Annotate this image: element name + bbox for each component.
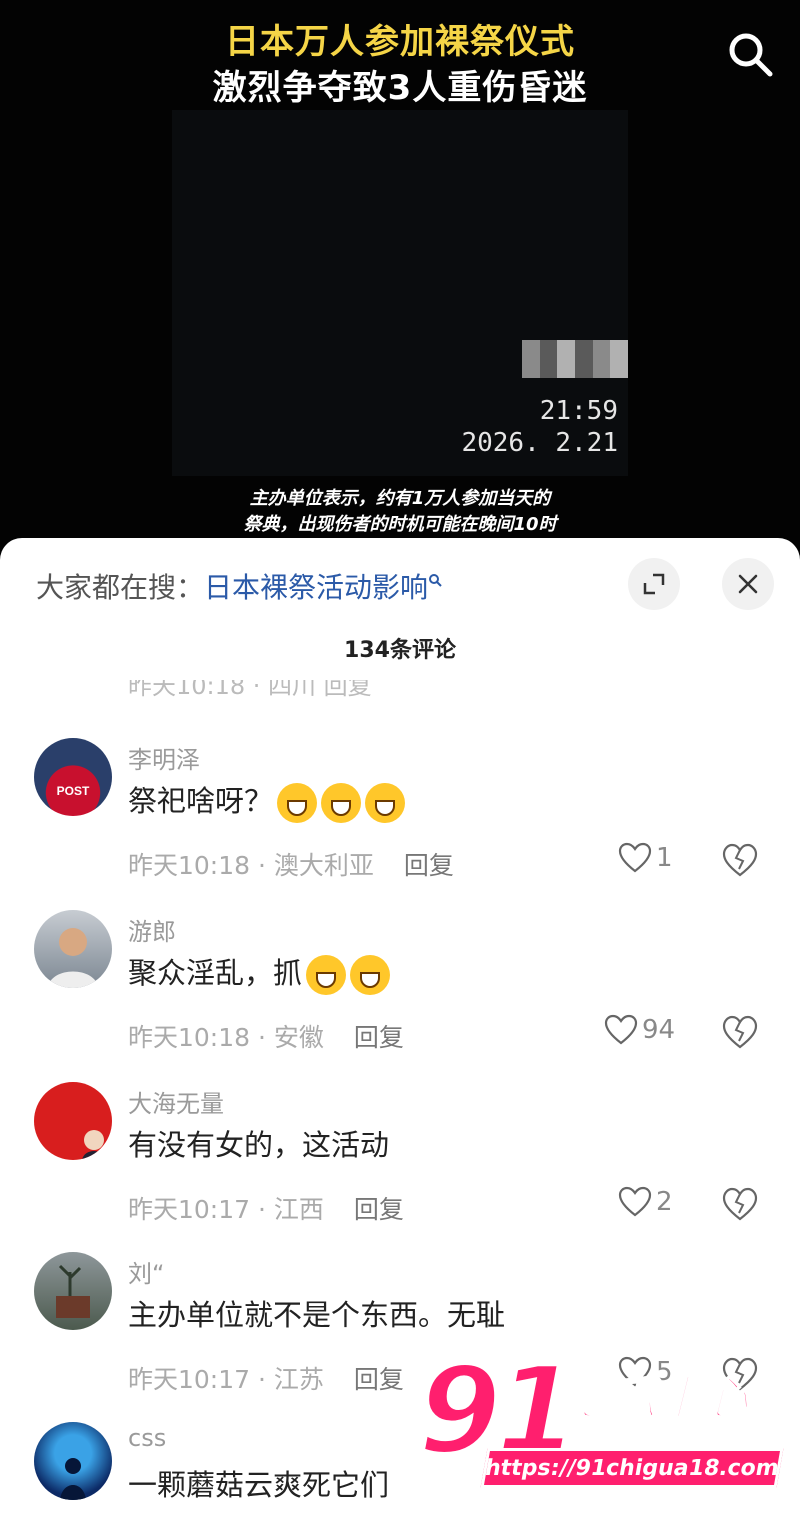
comment-text: 聚众淫乱，抓 (128, 950, 391, 995)
heart-icon (618, 842, 652, 873)
search-suggestion[interactable]: 大家都在搜：日本裸祭活动影响 (36, 566, 442, 606)
grin-emoji (350, 955, 391, 995)
comment-text-content: 聚众淫乱，抓 (128, 956, 303, 990)
comment-text: 祭祀啥呀？ (128, 778, 406, 823)
like-count: 1 (656, 843, 673, 873)
comment-username[interactable]: 游郎 (128, 912, 176, 947)
partial-comment-meta: 昨天10:18 · 四川 回复 (128, 680, 372, 700)
comment-location: 江苏 (273, 1365, 324, 1394)
comment-text-content: 有没有女的，这活动 (128, 1128, 390, 1162)
comment-username[interactable]: 李明泽 (128, 740, 200, 775)
small-search-icon (429, 573, 442, 587)
search-button[interactable] (726, 30, 774, 78)
comment-item: POST 李明泽 祭祀啥呀？ 昨天10:18 · 澳大利亚 回复 1 (0, 738, 800, 908)
avatar[interactable] (34, 1422, 112, 1500)
video-subtitle-line1: 主办单位表示，约有1万人参加当天的 (249, 488, 551, 509)
close-icon (738, 574, 758, 594)
reply-button[interactable]: 回复 (354, 1023, 404, 1052)
heart-icon (604, 1014, 638, 1045)
comment-meta: 昨天10:18 · 安徽 回复 (128, 1023, 404, 1052)
watermark-name: 吃瓜中心 (563, 1370, 749, 1426)
video-player[interactable]: 日本万人参加裸祭仪式 激烈争夺致3人重伤昏迷 21:59 2026. 2.21 … (0, 0, 800, 560)
avatar[interactable] (34, 910, 112, 988)
comment-text-content: 一颗蘑菇云爽死它们 (128, 1468, 390, 1502)
comment-time: 昨天10:17 (128, 1195, 251, 1224)
video-timestamp-time: 21:59 (539, 396, 618, 426)
comment-text: 有没有女的，这活动 (128, 1122, 389, 1164)
like-count: 2 (656, 1187, 673, 1217)
comment-username[interactable]: 大海无量 (128, 1084, 224, 1119)
avatar[interactable] (34, 1082, 112, 1160)
like-button[interactable]: 2 (618, 1186, 673, 1218)
reply-button[interactable]: 回复 (354, 1195, 404, 1224)
video-timestamp-date: 2026. 2.21 (461, 428, 618, 458)
like-count: 94 (642, 1015, 676, 1045)
comment-meta: 昨天10:17 · 江西 回复 (128, 1195, 404, 1224)
comment-text-content: 祭祀啥呀？ (128, 784, 274, 818)
comment-location: 江西 (273, 1195, 324, 1224)
close-button[interactable] (722, 558, 774, 610)
comment-text: 一颗蘑菇云爽死它们 (128, 1462, 389, 1504)
comment-time: 昨天10:18 (128, 851, 251, 880)
reply-button[interactable]: 回复 (404, 851, 454, 880)
mosaic-blur (522, 340, 628, 378)
comment-meta: 昨天10:18 · 澳大利亚 回复 (128, 851, 454, 880)
comment-item: 游郎 聚众淫乱，抓 昨天10:18 · 安徽 回复 94 (0, 910, 800, 1080)
comment-text: 主办单位就不是个东西。无耻 (128, 1292, 505, 1334)
comment-location: 澳大利亚 (273, 851, 374, 880)
comment-location: 安徽 (273, 1023, 324, 1052)
grin-emoji (306, 955, 347, 995)
watermark-url: https://91chigua18.com (480, 1448, 784, 1488)
comment-count: 134条评论 (344, 638, 456, 663)
broken-heart-icon[interactable] (722, 1186, 758, 1222)
heart-icon (618, 1186, 652, 1217)
laugh-cry-emoji (365, 783, 406, 823)
comment-time: 昨天10:17 (128, 1365, 251, 1394)
comment-time: 昨天10:18 (128, 1023, 251, 1052)
comment-text-content: 主办单位就不是个东西。无耻 (128, 1298, 506, 1332)
broken-heart-icon[interactable] (722, 842, 758, 878)
partial-comment-row: 昨天10:18 · 四川 回复 (0, 680, 800, 700)
like-button[interactable]: 1 (618, 842, 673, 874)
search-suggestion-prefix: 大家都在搜： (36, 571, 205, 604)
broken-heart-icon[interactable] (722, 1014, 758, 1050)
video-headline-line2: 激烈争夺致3人重伤昏迷 (212, 68, 588, 108)
video-subtitle-line2: 祭典，出现伤者的时机可能在晚间10时 (243, 514, 557, 535)
expand-button[interactable] (628, 558, 680, 610)
comment-username[interactable]: css (128, 1424, 166, 1452)
laugh-cry-emoji (321, 783, 362, 823)
comment-username[interactable]: 刘“ (128, 1254, 164, 1289)
comment-item: 大海无量 有没有女的，这活动 昨天10:17 · 江西 回复 2 (0, 1082, 800, 1252)
search-icon (729, 33, 773, 77)
video-headline-line1: 日本万人参加裸祭仪式 (225, 22, 575, 62)
reply-button[interactable]: 回复 (354, 1365, 404, 1394)
expand-icon (643, 573, 665, 595)
svg-text:POST: POST (57, 784, 90, 798)
avatar[interactable]: POST (34, 738, 112, 816)
site-watermark: 91 吃瓜中心 https://91chigua18.com (416, 1340, 784, 1502)
like-button[interactable]: 94 (604, 1014, 675, 1046)
search-suggestion-query[interactable]: 日本裸祭活动影响 (204, 571, 428, 604)
comment-meta: 昨天10:17 · 江苏 回复 (128, 1365, 404, 1394)
avatar[interactable] (34, 1252, 112, 1330)
laugh-cry-emoji (277, 783, 318, 823)
